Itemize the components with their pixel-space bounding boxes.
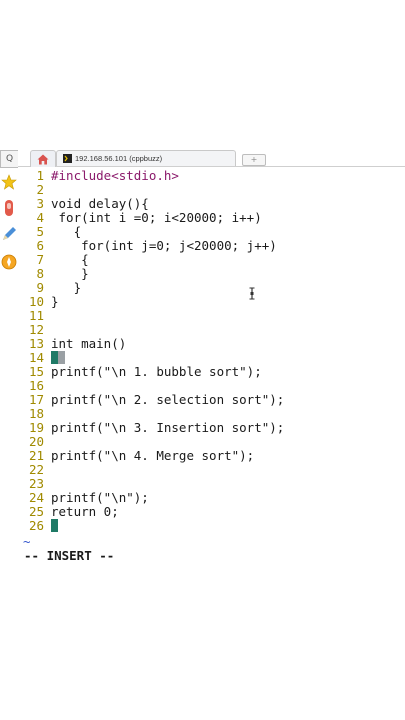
line-number: 5 — [36, 224, 44, 239]
text-cursor — [51, 351, 58, 364]
line-number: 1 — [36, 168, 44, 183]
line-text: for(int i =0; i<20000; i++) — [51, 210, 262, 225]
cursor-shadow — [58, 351, 65, 364]
line-number: 11 — [28, 308, 44, 323]
code-line: 22 — [18, 463, 51, 477]
line-number: 6 — [36, 238, 44, 253]
code-line: 25 return 0; — [18, 505, 119, 519]
line-text: printf("\n 3. Insertion sort"); — [51, 420, 285, 435]
line-text: printf("\n 1. bubble sort"); — [51, 364, 262, 379]
line-text: } — [51, 294, 59, 309]
star-icon[interactable] — [1, 172, 17, 192]
home-tab[interactable] — [30, 150, 56, 167]
tab-title: 192.168.56.101 (cppbuzz) — [75, 154, 163, 163]
line-text: for(int j=0; j<20000; j++) — [51, 238, 277, 253]
line-number: 3 — [36, 196, 44, 211]
line-text: return 0; — [51, 504, 119, 519]
code-line: 6 for(int j=0; j<20000; j++) — [18, 238, 277, 253]
line-number: 14 — [28, 350, 44, 365]
line-number: 17 — [28, 392, 44, 407]
empty-buffer-tilde: ~ — [23, 534, 31, 549]
line-number: 13 — [28, 336, 44, 351]
code-line: 17 printf("\n 2. selection sort"); — [18, 393, 284, 407]
remote-icon[interactable] — [1, 198, 17, 218]
terminal-editor[interactable]: 1 #include<stdio.h> 2 3 void delay(){ 4 fo… — [18, 167, 405, 570]
line-number: 25 — [28, 504, 44, 519]
line-text: #include<stdio.h> — [51, 168, 179, 183]
line-number: 16 — [28, 378, 44, 393]
code-line: 9 } — [18, 281, 81, 295]
line-number: 26 — [28, 518, 44, 533]
line-text: int main() — [51, 336, 127, 351]
search-icon[interactable]: Q — [0, 150, 19, 168]
code-line: 3 void delay(){ — [18, 196, 149, 211]
code-line: 4 for(int i =0; i<20000; i++) — [18, 210, 262, 225]
line-number: 4 — [36, 210, 44, 225]
line-number: 8 — [36, 266, 44, 281]
compass-icon[interactable] — [1, 252, 17, 272]
code-line: 7 { — [18, 252, 89, 267]
code-line: 2 — [18, 183, 51, 197]
tab-bar: 192.168.56.101 (cppbuzz) + — [18, 150, 405, 167]
line-number: 23 — [28, 476, 44, 491]
insert-cursor — [51, 519, 58, 532]
home-icon — [37, 154, 49, 164]
terminal-favicon-icon — [63, 154, 72, 163]
code-line: 21 printf("\n 4. Merge sort"); — [18, 449, 254, 463]
line-text: printf("\n 4. Merge sort"); — [51, 448, 255, 463]
line-number: 7 — [36, 252, 44, 267]
line-number: 12 — [28, 322, 44, 337]
left-dock: Q — [0, 150, 19, 570]
code-line: 5 { — [18, 225, 81, 239]
mode-indicator: -- INSERT -- — [24, 548, 115, 563]
line-number: 19 — [28, 420, 44, 435]
line-text: printf("\n 2. selection sort"); — [51, 392, 285, 407]
code-line: 23 — [18, 477, 51, 491]
code-line: 24 printf("\n"); — [18, 491, 149, 505]
pencil-icon[interactable] — [1, 224, 17, 244]
line-text: { — [51, 224, 82, 239]
line-number: 24 — [28, 490, 44, 505]
code-line: 16 — [18, 379, 51, 393]
line-number: 18 — [28, 406, 44, 421]
code-line: 12 — [18, 323, 51, 337]
line-number: 10 — [28, 294, 44, 309]
line-number: 21 — [28, 448, 44, 463]
line-number: 22 — [28, 462, 44, 477]
code-line: 19 printf("\n 3. Insertion sort"); — [18, 421, 284, 435]
code-line: 10} — [18, 295, 59, 309]
line-text: printf("\n"); — [51, 490, 149, 505]
line-number: 20 — [28, 434, 44, 449]
code-line: 26 — [18, 519, 58, 533]
code-line: 20 — [18, 435, 51, 449]
new-tab-button[interactable]: + — [242, 154, 266, 166]
code-line: 13 int main() — [18, 337, 126, 351]
code-line: 18 — [18, 407, 51, 421]
line-text: } — [51, 280, 82, 295]
line-text: { — [51, 252, 89, 267]
line-number: 9 — [36, 280, 44, 295]
line-text: } — [51, 266, 89, 281]
code-line: 1 #include<stdio.h> — [18, 168, 179, 183]
code-line: 15 printf("\n 1. bubble sort"); — [18, 365, 262, 379]
code-line: 8 } — [18, 266, 89, 281]
line-number: 2 — [36, 182, 44, 197]
code-line: 14 — [18, 351, 65, 365]
code-line: 11 — [18, 309, 51, 323]
line-text: void delay(){ — [51, 196, 149, 211]
tab-remote-session[interactable]: 192.168.56.101 (cppbuzz) — [56, 150, 236, 166]
line-number: 15 — [28, 364, 44, 379]
ibeam-cursor-icon — [249, 287, 255, 300]
